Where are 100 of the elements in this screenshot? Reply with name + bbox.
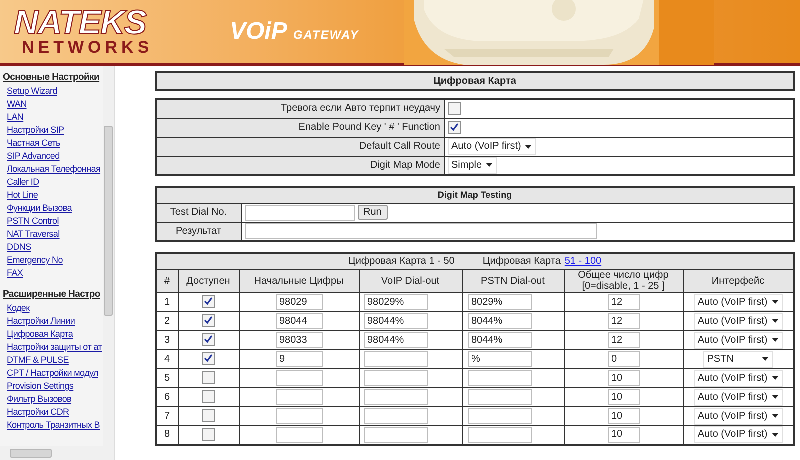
input-field[interactable] (276, 370, 322, 386)
dropdown[interactable]: PSTN (703, 350, 774, 368)
input-field[interactable]: 12 (608, 313, 640, 329)
sidebar-link[interactable]: Фильтр Вызовов (7, 394, 72, 404)
sidebar-link[interactable]: WAN (7, 99, 27, 109)
input-field[interactable]: % (468, 351, 532, 367)
input-field[interactable]: 12 (608, 332, 640, 348)
range-link[interactable]: 51 - 100 (564, 254, 602, 269)
column-header: Общее число цифр [0=disable, 1 - 25 ] (564, 270, 683, 292)
dropdown[interactable]: Auto (VoIP first) (448, 138, 536, 155)
row-number: 5 (156, 368, 178, 388)
input-field[interactable]: 98033 (276, 332, 322, 348)
input-field[interactable]: 98044% (364, 313, 428, 329)
input-field[interactable]: 10 (608, 426, 640, 443)
input-field[interactable] (364, 408, 428, 424)
input-field[interactable]: 10 (608, 389, 640, 405)
sidebar-link[interactable]: Emergency No (7, 255, 63, 265)
sidebar-link[interactable]: SIP Advanced (7, 151, 60, 161)
column-header: VoIP Dial-out (359, 270, 462, 292)
dropdown[interactable]: Simple (448, 156, 498, 174)
checkbox[interactable] (202, 390, 215, 404)
caret-icon (772, 376, 779, 380)
logo-text: NATEKS (14, 6, 147, 38)
sidebar-link[interactable]: CPT / Настройки модул (7, 368, 98, 378)
sidebar-link[interactable]: Настройки Линии (7, 316, 76, 326)
input-field[interactable] (468, 389, 532, 405)
checkbox[interactable] (448, 120, 460, 134)
column-header: Начальные Цифры (239, 270, 359, 292)
dropdown[interactable]: Auto (VoIP first) (694, 408, 783, 424)
sidebar-link[interactable]: Настройки SIP (7, 125, 64, 135)
sidebar-link[interactable]: LAN (7, 112, 24, 122)
checkbox[interactable] (448, 102, 460, 116)
input-field[interactable] (364, 389, 428, 405)
input-field[interactable]: 98029 (276, 294, 322, 310)
sidebar-link[interactable]: Настройки CDR (7, 407, 70, 417)
input-field[interactable]: 12 (608, 294, 640, 310)
sidebar-link[interactable]: Настройки защиты от ат (7, 342, 102, 352)
caret-icon (762, 357, 770, 361)
checkbox[interactable] (202, 333, 215, 346)
input-field[interactable]: 8044% (468, 313, 532, 329)
dropdown[interactable]: Auto (VoIP first) (694, 294, 783, 310)
sidebar-link[interactable]: Контроль Транзитных В (7, 420, 100, 430)
input-field[interactable]: 10 (608, 370, 640, 386)
sidebar-link[interactable]: PSTN Control (7, 216, 59, 226)
dropdown[interactable]: Auto (VoIP first) (694, 370, 783, 386)
caret-icon (525, 144, 532, 148)
dropdown[interactable]: Auto (VoIP first) (694, 312, 783, 330)
checkbox[interactable] (202, 295, 215, 308)
row-number: 4 (156, 350, 178, 368)
input-field[interactable]: 98029% (364, 294, 428, 310)
sidebar-link[interactable]: Частная Сеть (7, 138, 60, 148)
dropdown[interactable]: Auto (VoIP first) (694, 332, 783, 348)
product-subtitle: GATEWAY (293, 26, 360, 44)
dropdown[interactable]: Auto (VoIP first) (694, 388, 783, 406)
sidebar-link[interactable]: Цифровая Карта (7, 329, 74, 339)
sidebar-link[interactable]: Caller ID (7, 177, 40, 187)
sidebar-link[interactable]: Setup Wizard (7, 86, 58, 96)
input-field[interactable] (244, 204, 354, 220)
sidebar-link[interactable]: Кодек (7, 303, 30, 313)
input-field[interactable]: 8044% (468, 332, 532, 348)
sidebar-link[interactable]: Provision Settings (7, 381, 74, 391)
checkbox[interactable] (202, 371, 215, 384)
input-field[interactable] (468, 370, 532, 386)
input-field[interactable] (364, 351, 428, 367)
row-number: 2 (156, 312, 178, 330)
input-field[interactable] (364, 426, 428, 443)
checkbox[interactable] (202, 352, 215, 366)
checkbox[interactable] (202, 409, 215, 422)
sidebar-link[interactable]: FAX (7, 268, 24, 278)
input-field[interactable]: 8029% (468, 294, 532, 310)
range-label: Цифровая Карта 1 - 50 (348, 255, 455, 269)
input-field[interactable] (364, 370, 428, 386)
input-field[interactable]: 98044% (364, 332, 428, 348)
row-number: 6 (156, 388, 178, 406)
dropdown[interactable]: Auto (VoIP first) (694, 426, 783, 444)
input-field[interactable]: 9 (276, 351, 322, 367)
input-field[interactable] (468, 426, 532, 443)
input-field[interactable]: 10 (608, 408, 640, 424)
sidebar-link[interactable]: Локальная Телефонная (7, 164, 101, 174)
product-name: VOiP (230, 20, 288, 44)
checkbox[interactable] (202, 428, 215, 442)
input-field[interactable] (244, 223, 596, 240)
vertical-scrollbar[interactable] (103, 66, 114, 446)
input-field[interactable] (276, 426, 322, 443)
sidebar-link[interactable]: Hot Line (7, 190, 38, 200)
run-button[interactable]: Run (358, 205, 388, 220)
sidebar-link[interactable]: DDNS (7, 242, 32, 252)
setting-label: Digit Map Mode (156, 156, 444, 175)
sidebar-heading: Расширенные Настро (3, 289, 100, 300)
horizontal-scrollbar[interactable] (0, 446, 114, 460)
sidebar-link[interactable]: DTMF & PULSE (7, 355, 69, 365)
check-icon (450, 122, 458, 132)
input-field[interactable]: 98044 (276, 313, 322, 329)
sidebar-link[interactable]: NAT Traversal (7, 229, 60, 239)
checkbox[interactable] (202, 314, 215, 328)
input-field[interactable]: 0 (608, 351, 640, 367)
input-field[interactable] (276, 408, 322, 424)
input-field[interactable] (468, 408, 532, 424)
input-field[interactable] (276, 389, 322, 405)
sidebar-link[interactable]: Функции Вызова (7, 203, 72, 213)
